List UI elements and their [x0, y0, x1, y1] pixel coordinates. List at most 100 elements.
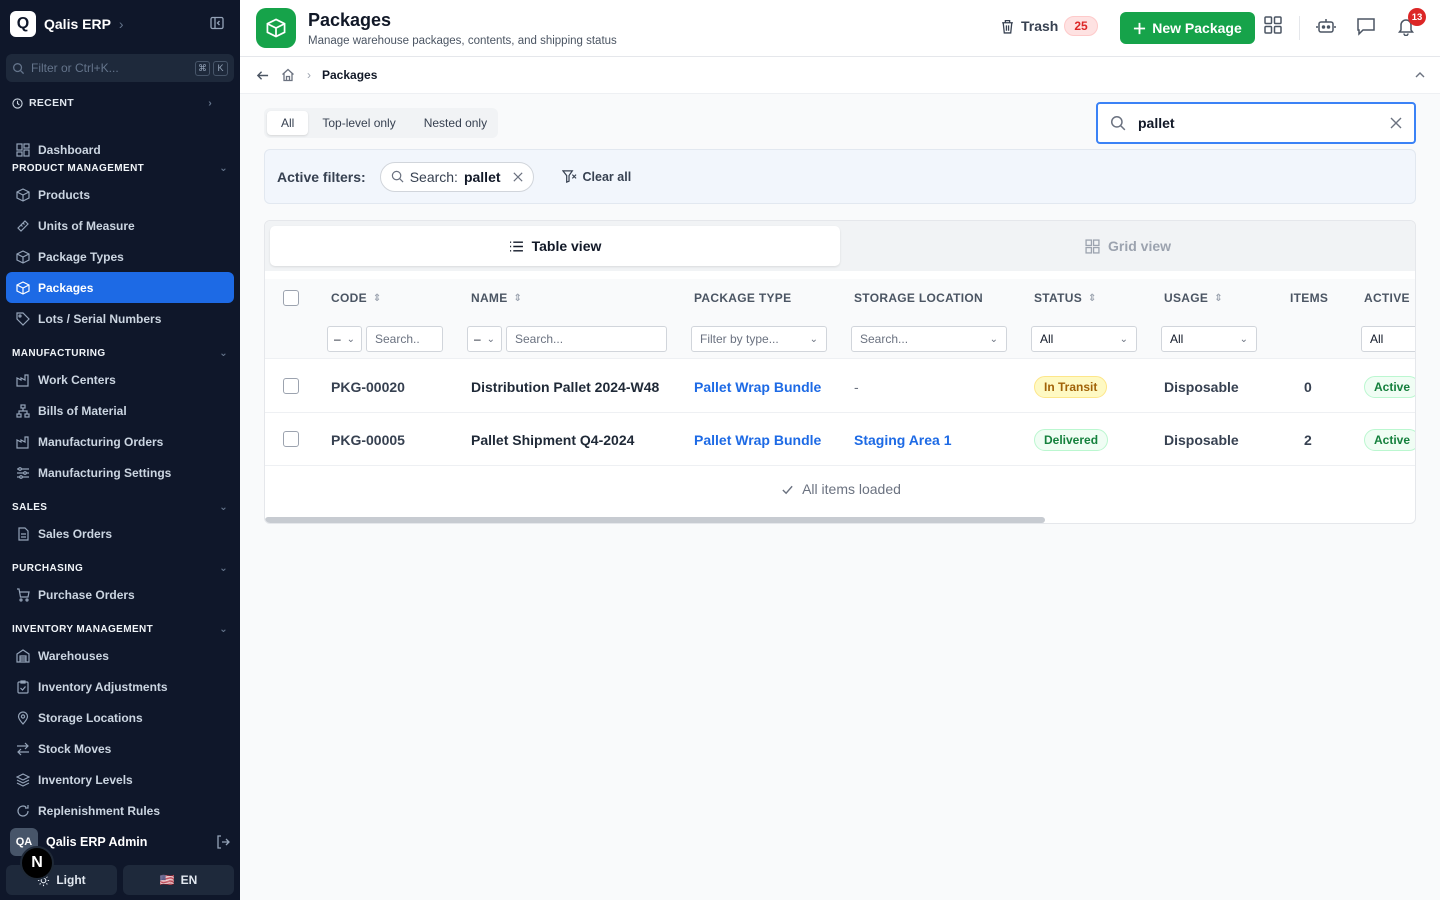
sidebar-item-storage-locations[interactable]: Storage Locations — [6, 702, 234, 733]
package-type-link[interactable]: Pallet Wrap Bundle — [694, 360, 821, 413]
column-header-name[interactable]: NAME ⇕ — [471, 291, 522, 305]
trash-button[interactable]: Trash 25 — [1000, 16, 1098, 36]
sidebar-search-input[interactable]: Filter or Ctrl+K... ⌘ K — [6, 54, 234, 82]
sort-icon[interactable]: ⇕ — [514, 293, 523, 304]
clear-all-button[interactable]: Clear all — [561, 169, 631, 184]
tag-icon — [16, 311, 30, 326]
chevron-right-icon[interactable]: › — [119, 16, 124, 32]
chevron-up-icon[interactable] — [1414, 69, 1426, 81]
column-header-active[interactable]: ACTIVE — [1364, 291, 1410, 305]
column-label: STATUS — [1034, 291, 1083, 305]
code-filter-input[interactable]: Search.. — [366, 326, 443, 352]
selected-value: All — [1370, 332, 1384, 346]
sidebar-item-label: Products — [38, 187, 91, 202]
sort-icon[interactable]: ⇕ — [1088, 293, 1097, 304]
grid-view-tab[interactable]: Grid view — [843, 226, 1413, 266]
status-filter-select[interactable]: All ⌄ — [1031, 326, 1137, 352]
active-filter-select[interactable]: All — [1361, 326, 1415, 352]
code-operator-select[interactable]: – ⌄ — [327, 326, 362, 352]
column-header-storage-location[interactable]: STORAGE LOCATION — [854, 291, 983, 305]
app-name[interactable]: Qalis ERP — [44, 16, 111, 32]
logout-icon[interactable] — [216, 835, 230, 849]
section-product-management[interactable]: PRODUCT MANAGEMENT ⌄ — [6, 157, 234, 179]
usage-filter-select[interactable]: All ⌄ — [1161, 326, 1257, 352]
search-filter-chip[interactable]: Search: pallet — [379, 161, 534, 192]
column-label: ACTIVE — [1364, 291, 1410, 305]
sidebar-item-purchase-orders[interactable]: Purchase Orders — [6, 579, 234, 610]
select-all-checkbox[interactable] — [283, 290, 299, 306]
storage-location-link[interactable]: Staging Area 1 — [854, 413, 952, 466]
sidebar-item-label: Sales Orders — [38, 526, 113, 541]
table-row[interactable]: PKG-00005 Pallet Shipment Q4-2024 Pallet… — [265, 413, 1415, 466]
package-type-filter-select[interactable]: Filter by type... ⌄ — [691, 326, 827, 352]
home-icon[interactable] — [281, 68, 295, 82]
sidebar-item-sales-orders[interactable]: Sales Orders — [6, 518, 234, 549]
table-row[interactable]: PKG-00020 Distribution Pallet 2024-W48 P… — [265, 360, 1415, 413]
app-logo[interactable]: Q — [10, 11, 36, 37]
tab-top-level-only[interactable]: Top-level only — [308, 111, 409, 135]
sidebar-item-label: Units of Measure — [38, 218, 135, 233]
sidebar-item-label: Manufacturing Orders — [38, 434, 164, 449]
next-dev-badge[interactable]: N — [20, 846, 54, 880]
search-input[interactable]: pallet — [1096, 102, 1416, 144]
row-checkbox[interactable] — [283, 431, 299, 447]
chip-value: pallet — [463, 168, 501, 185]
table-view-tab[interactable]: Table view — [270, 226, 840, 266]
sidebar-item-package-types[interactable]: Package Types — [6, 241, 234, 272]
status-badge: Delivered — [1034, 428, 1109, 451]
sidebar-item-lots-serial-numbers[interactable]: Lots / Serial Numbers — [6, 303, 234, 334]
sidebar-item-warehouses[interactable]: Warehouses — [6, 640, 234, 671]
name-operator-select[interactable]: – ⌄ — [467, 326, 502, 352]
remove-filter-icon[interactable] — [512, 171, 523, 182]
sidebar-item-products[interactable]: Products — [6, 179, 234, 210]
column-header-package-type[interactable]: PACKAGE TYPE — [694, 291, 791, 305]
sidebar-item-inventory-adjustments[interactable]: Inventory Adjustments — [6, 671, 234, 702]
tab-all[interactable]: All — [267, 111, 309, 135]
name-filter-input[interactable]: Search... — [506, 326, 667, 352]
section-title: MANUFACTURING — [12, 347, 106, 359]
chat-icon[interactable] — [1356, 16, 1376, 36]
sidebar-item-inventory-levels[interactable]: Inventory Levels — [6, 764, 234, 795]
collapse-sidebar-icon[interactable] — [210, 16, 224, 30]
search-icon — [13, 62, 25, 74]
recent-section[interactable]: RECENT › — [12, 97, 212, 109]
chevron-down-icon: ⌄ — [486, 333, 495, 345]
sidebar-item-units-of-measure[interactable]: Units of Measure — [6, 210, 234, 241]
bot-icon[interactable] — [1316, 16, 1336, 36]
clear-search-icon[interactable] — [1390, 117, 1402, 129]
all-loaded-status: All items loaded — [265, 469, 1415, 509]
sidebar-item-work-centers[interactable]: Work Centers — [6, 364, 234, 395]
sliders-icon — [17, 466, 29, 479]
language-button[interactable]: 🇺🇸 EN — [123, 865, 234, 895]
new-package-label: New Package — [1152, 20, 1242, 36]
breadcrumb: › Packages — [240, 57, 1440, 94]
factory-icon — [16, 435, 29, 449]
new-package-button[interactable]: New Package — [1120, 12, 1255, 44]
column-header-code[interactable]: CODE ⇕ — [331, 291, 382, 305]
section-purchasing[interactable]: PURCHASING ⌄ — [6, 557, 234, 579]
keyboard-shortcut: ⌘ K — [195, 60, 228, 76]
column-header-usage[interactable]: USAGE ⇕ — [1164, 291, 1223, 305]
back-arrow-icon[interactable] — [256, 69, 269, 82]
sort-icon[interactable]: ⇕ — [373, 293, 382, 304]
tab-nested-only[interactable]: Nested only — [410, 111, 501, 135]
section-sales[interactable]: SALES ⌄ — [6, 496, 234, 518]
section-inventory-management[interactable]: INVENTORY MANAGEMENT ⌄ — [6, 618, 234, 640]
section-manufacturing[interactable]: MANUFACTURING ⌄ — [6, 342, 234, 364]
horizontal-scrollbar[interactable] — [265, 517, 1045, 523]
sort-icon[interactable]: ⇕ — [1214, 293, 1223, 304]
row-checkbox[interactable] — [283, 378, 299, 394]
sidebar-item-packages[interactable]: Packages — [6, 272, 234, 303]
sidebar-item-stock-moves[interactable]: Stock Moves — [6, 733, 234, 764]
package-type-link[interactable]: Pallet Wrap Bundle — [694, 413, 821, 466]
storage-location-filter-select[interactable]: Search... ⌄ — [851, 326, 1007, 352]
recent-label: RECENT — [29, 97, 74, 109]
sidebar-item-manufacturing-settings[interactable]: Manufacturing Settings — [6, 457, 234, 488]
column-header-items[interactable]: ITEMS — [1290, 291, 1328, 305]
sidebar-item-manufacturing-orders[interactable]: Manufacturing Orders — [6, 426, 234, 457]
language-label: EN — [180, 873, 198, 887]
sidebar-item-bills-of-material[interactable]: Bills of Material — [6, 395, 234, 426]
column-header-status[interactable]: STATUS ⇕ — [1034, 291, 1097, 305]
page-title: Packages — [308, 10, 392, 30]
apps-grid-icon[interactable] — [1264, 16, 1282, 34]
